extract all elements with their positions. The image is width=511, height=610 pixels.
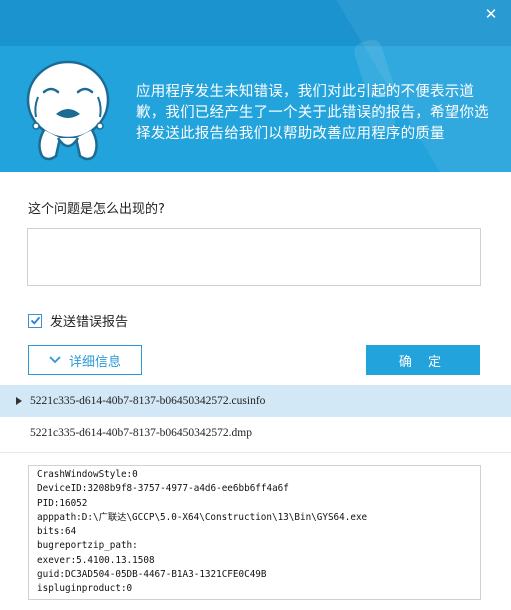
chevron-down-icon bbox=[49, 356, 61, 364]
content-line: DeviceID:3208b9f8-3757-4977-a4d6-ee6bb6f… bbox=[37, 483, 289, 495]
details-button[interactable]: 详细信息 bbox=[28, 345, 142, 375]
send-report-label: 发送错误报告 bbox=[50, 315, 129, 330]
content-line: CrashWindowStyle:0 bbox=[37, 469, 138, 480]
content-line: PID:16052 bbox=[37, 497, 88, 509]
content-line: bits:64 bbox=[37, 526, 77, 538]
content-line: ispluginproduct:0 bbox=[37, 583, 133, 595]
content-line: bugreportzip_path: bbox=[37, 540, 138, 552]
file-name: 5221c335-d614-40b7-8137-b06450342572.cus… bbox=[30, 395, 266, 407]
file-item-cusinfo[interactable]: 5221c335-d614-40b7-8137-b06450342572.cus… bbox=[0, 385, 511, 417]
file-item-dmp[interactable]: 5221c335-d614-40b7-8137-b06450342572.dmp bbox=[0, 417, 511, 449]
ok-button[interactable]: 确 定 bbox=[366, 345, 480, 375]
file-content-view[interactable]: CrashWindowStyle:0 DeviceID:3208b9f8-375… bbox=[28, 465, 481, 600]
details-label: 详细信息 bbox=[68, 354, 121, 370]
content-line: exever:5.4100.13.1508 bbox=[37, 554, 155, 566]
expand-arrow-icon bbox=[16, 397, 22, 405]
close-button[interactable]: ✕ bbox=[481, 4, 501, 24]
checkmark-icon bbox=[30, 316, 40, 325]
content-line: apppath:D:\广联达\GCCP\5.0-X64\Construction… bbox=[37, 511, 368, 523]
content-line: guid:DC3AD504-05DB-4467-B1A3-1321CFE0C49… bbox=[37, 569, 267, 581]
send-report-checkbox[interactable]: 发送错误报告 bbox=[28, 311, 128, 330]
error-header: ✕ 应用程序发生未知错误，我们对此引起的不便表示道歉，我们已经产生了一个关于此错… bbox=[0, 0, 511, 172]
error-message: 应用程序发生未知错误，我们对此引起的不便表示道歉，我们已经产生了一个关于此错误的… bbox=[136, 84, 489, 142]
divider bbox=[0, 452, 511, 453]
question-label: 这个问题是怎么出现的? bbox=[28, 202, 165, 217]
crying-mascot-icon bbox=[26, 60, 110, 161]
checkbox-box[interactable] bbox=[28, 313, 42, 328]
problem-description-input[interactable] bbox=[27, 228, 481, 286]
file-name: 5221c335-d614-40b7-8137-b06450342572.dmp bbox=[30, 427, 252, 439]
